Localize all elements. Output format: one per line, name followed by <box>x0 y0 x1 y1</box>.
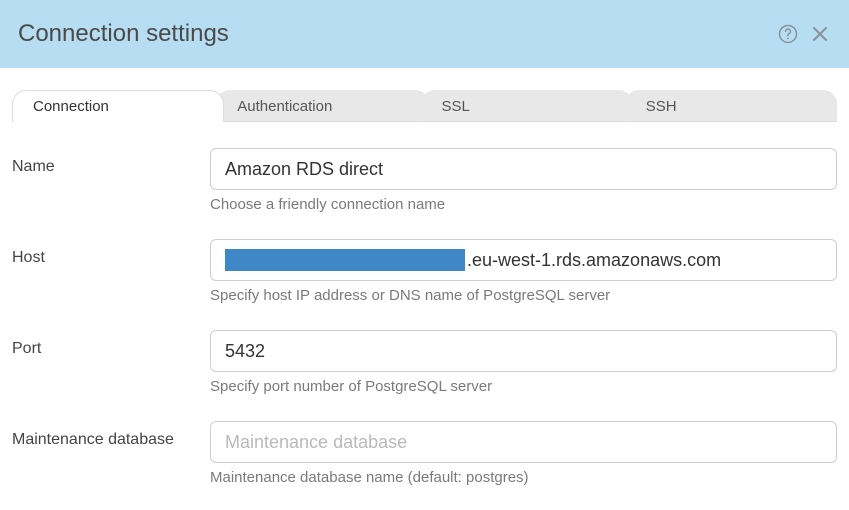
tab-ssl[interactable]: SSL <box>421 90 633 122</box>
port-label: Port <box>12 330 210 358</box>
port-hint: Specify port number of PostgreSQL server <box>210 378 837 395</box>
tab-label: SSL <box>442 98 470 115</box>
tab-bar: Connection Authentication SSL SSH <box>0 68 849 122</box>
tab-authentication[interactable]: Authentication <box>216 90 428 122</box>
host-redacted-block <box>225 249 465 271</box>
maintenance-db-hint: Maintenance database name (default: post… <box>210 469 837 486</box>
close-icon[interactable] <box>809 23 831 45</box>
name-input-wrap <box>210 148 837 190</box>
help-icon[interactable] <box>777 23 799 45</box>
dialog-titlebar: Connection settings <box>0 0 849 68</box>
port-input-wrap <box>210 330 837 372</box>
host-label: Host <box>12 239 210 267</box>
name-label: Name <box>12 148 210 176</box>
tab-label: Authentication <box>237 98 332 115</box>
host-hint: Specify host IP address or DNS name of P… <box>210 287 837 304</box>
dialog-title: Connection settings <box>18 20 777 48</box>
tab-label: Connection <box>33 98 109 115</box>
host-value-suffix: .eu-west-1.rds.amazonaws.com <box>467 250 721 271</box>
maintenance-db-input[interactable] <box>225 432 822 453</box>
name-input[interactable] <box>225 159 822 180</box>
tab-connection[interactable]: Connection <box>12 90 224 122</box>
port-input[interactable] <box>225 341 822 362</box>
tab-label: SSH <box>646 98 677 115</box>
maintenance-db-label: Maintenance database <box>12 421 210 449</box>
tab-ssh[interactable]: SSH <box>625 90 837 122</box>
maintenance-db-input-wrap <box>210 421 837 463</box>
host-input[interactable]: .eu-west-1.rds.amazonaws.com <box>210 239 837 281</box>
name-hint: Choose a friendly connection name <box>210 196 837 213</box>
connection-form: Name Choose a friendly connection name H… <box>0 122 849 486</box>
